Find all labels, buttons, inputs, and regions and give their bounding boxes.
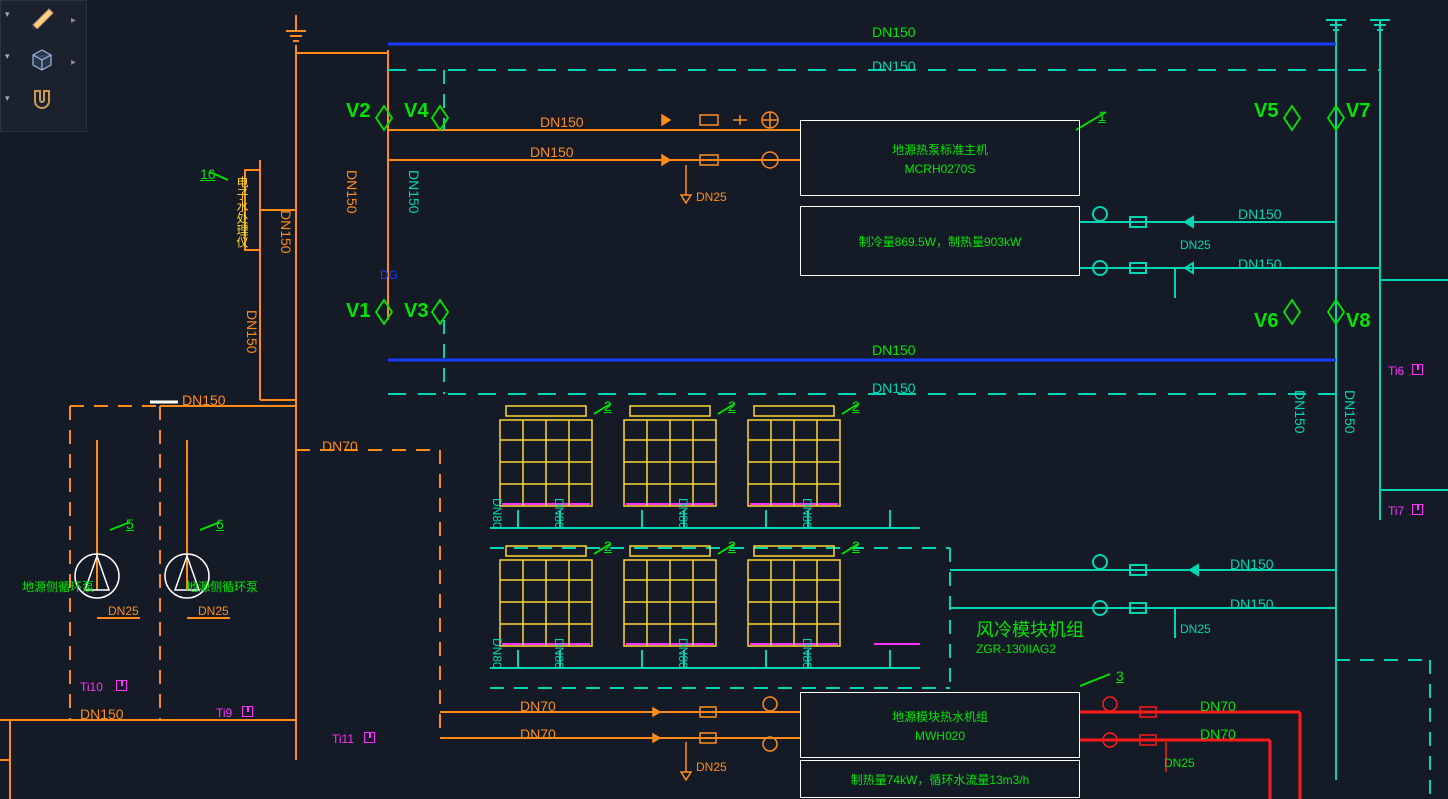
equip-gshp-spec: 制冷量869.5W，制热量903kW xyxy=(800,206,1080,276)
ti9-box xyxy=(242,706,253,717)
equip-hw-spec: 制热量74kW，循环水流量13m3/h xyxy=(800,760,1080,798)
gshp-model: MCRH0270S xyxy=(905,162,976,176)
hw-title: 地源模块热水机组 xyxy=(892,708,988,725)
tool-cube[interactable] xyxy=(29,45,63,79)
palette-tick-2: ▾ xyxy=(5,51,10,62)
palette-tick-3: ▾ xyxy=(5,93,10,104)
tool-pencil[interactable] xyxy=(29,3,63,37)
equip-gshp-main: 地源热泵标准主机 MCRH0270S xyxy=(800,120,1080,196)
equip-hw-main: 地源模块热水机组 MWH020 xyxy=(800,692,1080,758)
cad-palette: ▾ ▸ ▾ ▸ ▾ xyxy=(0,0,87,132)
palette-tick-1: ▾ xyxy=(5,9,10,20)
palette-expand-1[interactable]: ▸ xyxy=(71,15,76,26)
hw-spec: 制热量74kW，循环水流量13m3/h xyxy=(851,771,1030,788)
ti6-box xyxy=(1412,364,1423,375)
hw-model: MWH020 xyxy=(915,729,965,743)
gshp-title: 地源热泵标准主机 xyxy=(892,141,988,158)
ti10-box xyxy=(116,680,127,691)
palette-expand-2[interactable]: ▸ xyxy=(71,57,76,68)
tool-magnet[interactable] xyxy=(29,87,63,121)
ti11-box xyxy=(364,732,375,743)
gshp-spec: 制冷量869.5W，制热量903kW xyxy=(859,233,1022,250)
ti7-box xyxy=(1412,504,1423,515)
